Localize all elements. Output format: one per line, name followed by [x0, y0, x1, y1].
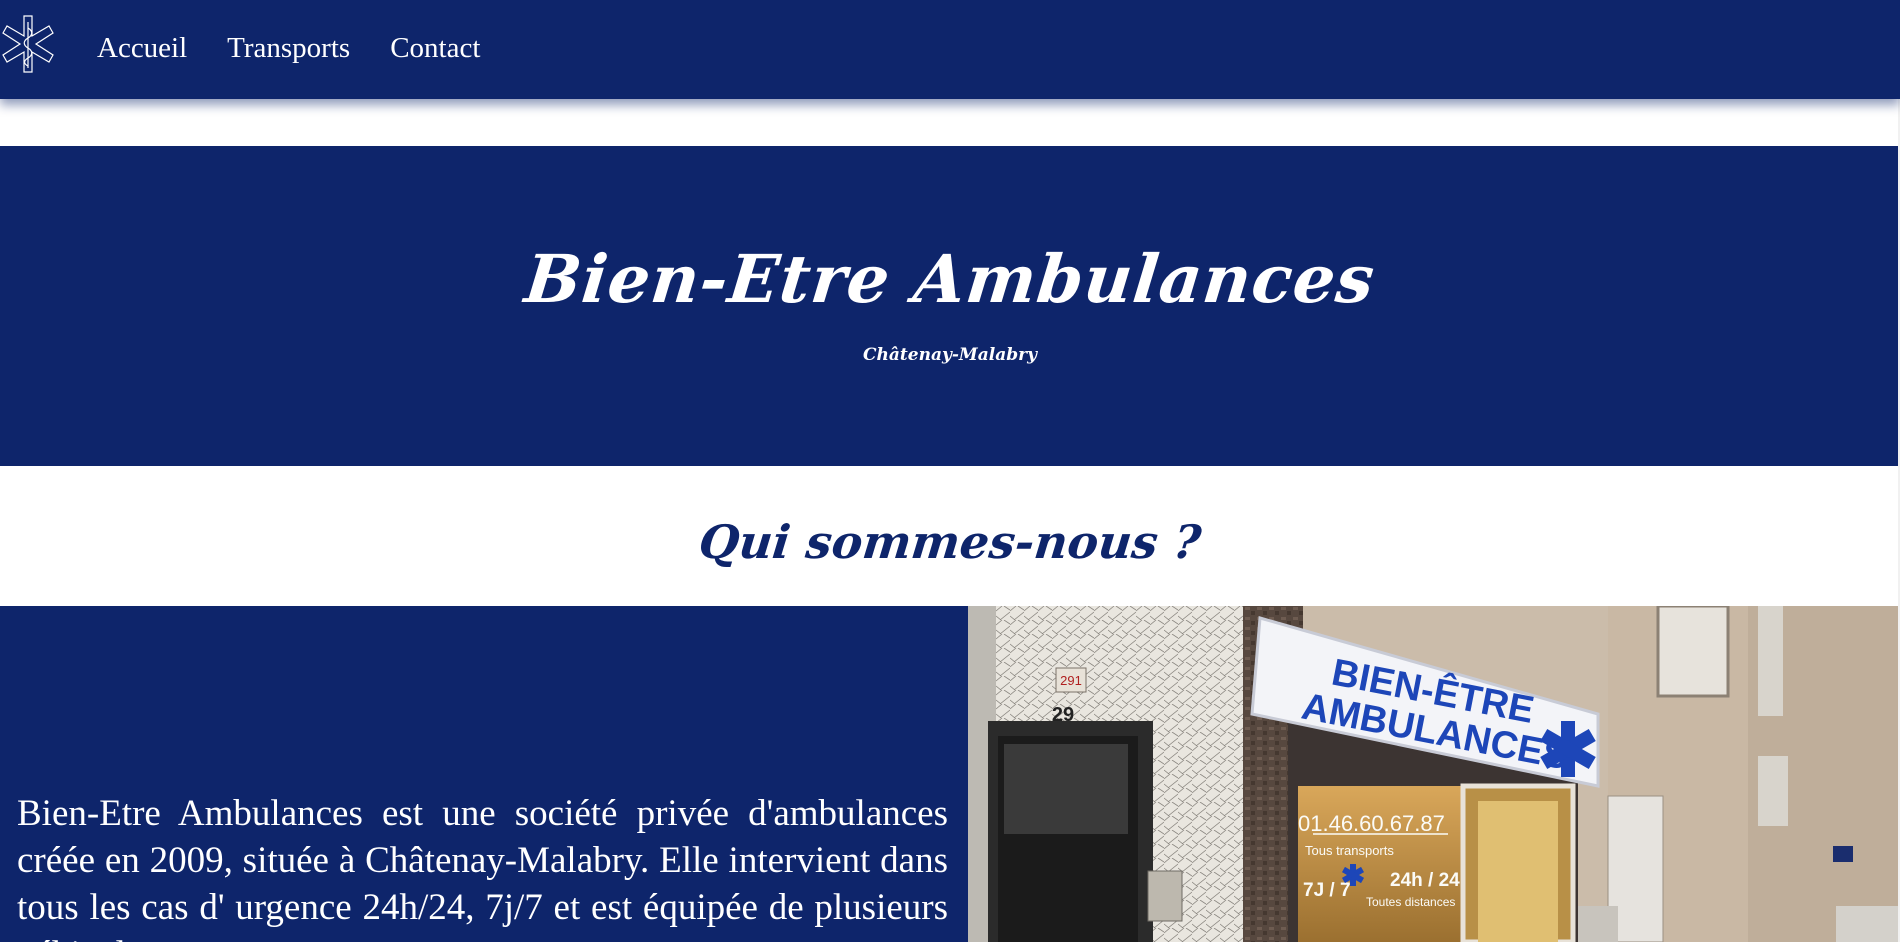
- photo-shop-window: [1298, 786, 1468, 942]
- about-text-panel: Bien-Etre Ambulances est une société pri…: [0, 606, 968, 942]
- nav-links: Accueil Transports Contact: [97, 32, 480, 65]
- hero-title: Bien-Etre Ambulances: [521, 240, 1379, 318]
- hero-banner: Bien-Etre Ambulances Châtenay-Malabry: [0, 146, 1900, 466]
- nav-link-accueil[interactable]: Accueil: [97, 32, 187, 65]
- navbar: Accueil Transports Contact: [0, 0, 1900, 99]
- photo-plaque-number: 29: [1052, 704, 1074, 726]
- hero-subtitle: Châtenay-Malabry: [863, 345, 1037, 365]
- page: Accueil Transports Contact Bien-Etre Amb…: [0, 0, 1900, 942]
- photo-plaque-top: 291: [1060, 673, 1082, 688]
- storefront-photo: 291 29 01.46.60.67.87 Tous transports 7J…: [968, 606, 1900, 942]
- nav-link-transports[interactable]: Transports: [227, 32, 350, 65]
- nav-link-contact[interactable]: Contact: [390, 32, 480, 65]
- photo-window-line3: Toutes distances: [1366, 895, 1455, 909]
- photo-window-phone: 01.46.60.67.87: [1298, 811, 1445, 836]
- scrollbar[interactable]: [1898, 0, 1900, 942]
- about-heading: Qui sommes-nous ?: [696, 515, 1204, 569]
- about-text: Bien-Etre Ambulances est une société pri…: [17, 793, 948, 942]
- photo-window-24h: 24h / 24: [1390, 870, 1460, 891]
- photo-window-line1: Tous transports: [1305, 843, 1394, 858]
- photo-window-7j: 7J / 7: [1303, 880, 1351, 901]
- star-of-life-icon[interactable]: [0, 14, 56, 74]
- storefront-illustration: 291 29 01.46.60.67.87 Tous transports 7J…: [968, 606, 1900, 942]
